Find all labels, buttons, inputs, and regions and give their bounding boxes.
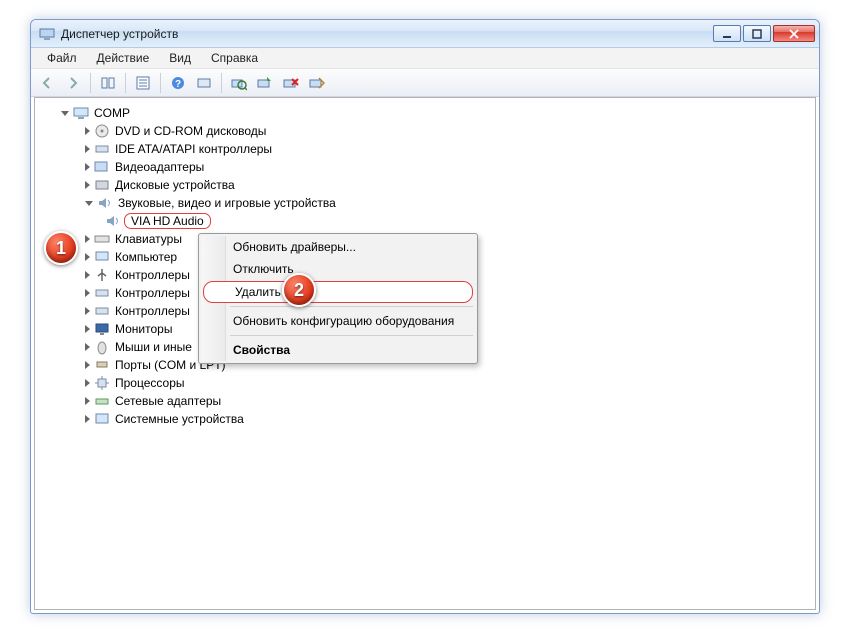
ide-icon — [94, 141, 110, 157]
expand-icon[interactable] — [85, 397, 90, 405]
tree-item[interactable]: Дисковые устройства — [45, 176, 811, 194]
tree-label: Клавиатуры — [113, 232, 184, 246]
window-title: Диспетчер устройств — [61, 27, 711, 41]
disk-icon — [94, 177, 110, 193]
expand-icon[interactable] — [85, 307, 90, 315]
tree-item[interactable]: DVD и CD-ROM дисководы — [45, 122, 811, 140]
controller-icon — [94, 285, 110, 301]
svg-text:?: ? — [175, 79, 181, 90]
tree-label: Звуковые, видео и игровые устройства — [116, 196, 338, 210]
tree-label: Процессоры — [113, 376, 187, 390]
minimize-button[interactable] — [713, 25, 741, 42]
show-hide-console-button[interactable] — [96, 72, 120, 94]
separator — [221, 73, 222, 93]
network-icon — [94, 393, 110, 409]
tree-label: DVD и CD-ROM дисководы — [113, 124, 268, 138]
tree-item[interactable]: Видеоадаптеры — [45, 158, 811, 176]
tree-item[interactable]: IDE ATA/ATAPI контроллеры — [45, 140, 811, 158]
ctx-properties[interactable]: Свойства — [201, 339, 475, 361]
tree-item[interactable]: Сетевые адаптеры — [45, 392, 811, 410]
context-menu: Обновить драйверы... Отключить Удалить О… — [198, 233, 478, 364]
keyboard-icon — [94, 231, 110, 247]
app-icon — [39, 26, 55, 42]
properties-button[interactable] — [131, 72, 155, 94]
tree-item[interactable]: Звуковые, видео и игровые устройства — [45, 194, 811, 212]
expand-icon[interactable] — [85, 181, 90, 189]
expand-icon[interactable] — [85, 145, 90, 153]
system-device-icon — [94, 411, 110, 427]
tree-label: Мониторы — [113, 322, 174, 336]
menu-view[interactable]: Вид — [159, 49, 201, 67]
computer-icon — [73, 105, 89, 121]
separator — [125, 73, 126, 93]
processor-icon — [94, 375, 110, 391]
menubar: Файл Действие Вид Справка — [31, 48, 819, 69]
tree-label: COMP — [92, 106, 132, 120]
expand-icon[interactable] — [85, 289, 90, 297]
expand-icon[interactable] — [85, 325, 90, 333]
tree-label: Мыши и иные — [113, 340, 194, 354]
menu-file[interactable]: Файл — [37, 49, 87, 67]
tree-label: Видеоадаптеры — [113, 160, 206, 174]
titlebar[interactable]: Диспетчер устройств — [31, 20, 819, 48]
annotation-badge-1: 1 — [44, 231, 78, 265]
ctx-delete[interactable]: Удалить — [203, 281, 473, 303]
expand-icon[interactable] — [85, 127, 90, 135]
tree-item[interactable]: Процессоры — [45, 374, 811, 392]
tree-item-selected[interactable]: VIA HD Audio — [45, 212, 811, 230]
mouse-icon — [94, 339, 110, 355]
display-adapter-icon — [94, 159, 110, 175]
tree-label: Контроллеры — [113, 304, 192, 318]
monitor-icon — [94, 321, 110, 337]
tree-root[interactable]: COMP — [45, 104, 811, 122]
tree-item[interactable]: Системные устройства — [45, 410, 811, 428]
tree-label: Дисковые устройства — [113, 178, 237, 192]
annotation-badge-2: 2 — [282, 273, 316, 307]
tree-label: Контроллеры — [113, 268, 192, 282]
uninstall-button[interactable] — [279, 72, 303, 94]
sound-icon — [105, 213, 121, 229]
scan-hardware-button[interactable] — [227, 72, 251, 94]
expand-icon[interactable] — [61, 111, 69, 116]
expand-icon[interactable] — [85, 343, 90, 351]
usb-controller-icon — [94, 267, 110, 283]
menu-action[interactable]: Действие — [87, 49, 160, 67]
expand-icon[interactable] — [85, 163, 90, 171]
ctx-disable[interactable]: Отключить — [201, 258, 475, 280]
expand-icon[interactable] — [85, 253, 90, 261]
port-icon — [94, 357, 110, 373]
expand-icon[interactable] — [85, 201, 93, 206]
separator — [230, 306, 473, 307]
ctx-scan-hardware[interactable]: Обновить конфигурацию оборудования — [201, 310, 475, 332]
expand-icon[interactable] — [85, 235, 90, 243]
expand-icon[interactable] — [85, 271, 90, 279]
controller-icon — [94, 303, 110, 319]
nav-back-button[interactable] — [35, 72, 59, 94]
toolbar: ? — [31, 69, 819, 97]
computer-icon — [94, 249, 110, 265]
nav-forward-button[interactable] — [61, 72, 85, 94]
separator — [160, 73, 161, 93]
expand-icon[interactable] — [85, 361, 90, 369]
maximize-button[interactable] — [743, 25, 771, 42]
update-driver-button[interactable] — [253, 72, 277, 94]
separator — [90, 73, 91, 93]
expand-icon[interactable] — [85, 379, 90, 387]
tree-label: Системные устройства — [113, 412, 246, 426]
tree-label: Компьютер — [113, 250, 179, 264]
close-button[interactable] — [773, 25, 815, 42]
dvd-icon — [94, 123, 110, 139]
tree-label: Сетевые адаптеры — [113, 394, 223, 408]
help-button[interactable]: ? — [166, 72, 190, 94]
tree-label: Контроллеры — [113, 286, 192, 300]
disable-button[interactable] — [305, 72, 329, 94]
tree-label-selected: VIA HD Audio — [124, 213, 211, 229]
tree-label: IDE ATA/ATAPI контроллеры — [113, 142, 274, 156]
menu-help[interactable]: Справка — [201, 49, 268, 67]
tb-button-5[interactable] — [192, 72, 216, 94]
sound-icon — [97, 195, 113, 211]
separator — [230, 335, 473, 336]
expand-icon[interactable] — [85, 415, 90, 423]
ctx-update-drivers[interactable]: Обновить драйверы... — [201, 236, 475, 258]
